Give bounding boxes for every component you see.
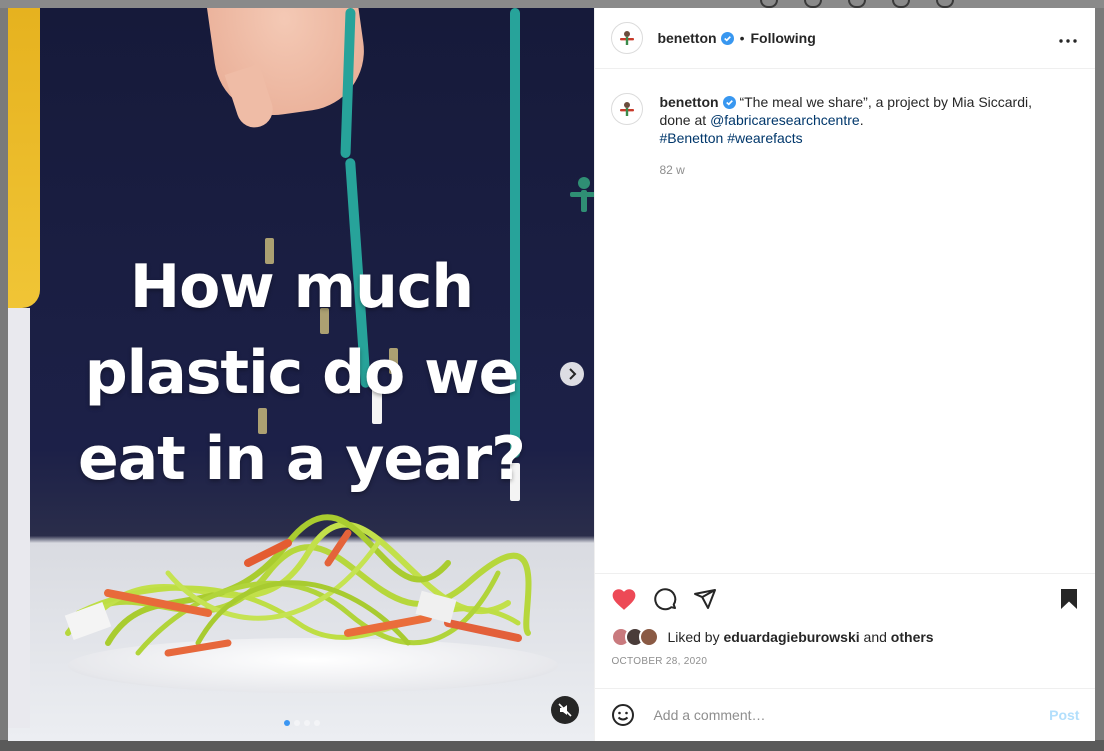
post-actions: Liked by eduardagieburowski and others O… [595,573,1096,667]
others-link[interactable]: others [891,629,934,645]
likes-summary: Liked by eduardagieburowski and others [595,624,1095,650]
benetton-avatar[interactable] [611,22,644,54]
more-horizontal-icon [1059,39,1077,43]
slide-dot [284,720,290,726]
headline-line: eat in a year? [78,424,526,494]
hashtag-link[interactable]: #Benetton [659,130,723,146]
like-button[interactable] [611,587,637,611]
slide-dot [314,720,320,726]
emoji-button[interactable] [611,703,635,727]
benetton-logo-icon [620,31,635,45]
benetton-logo-icon [620,102,635,116]
post-caption: benetton “The meal we share”, a project … [595,69,1095,179]
smiley-icon [612,704,635,726]
heart-filled-icon [613,589,636,610]
action-icons-row [595,574,1095,624]
background-page-bottom [0,740,1104,751]
caption-age: 82 w [659,163,685,177]
next-slide-button[interactable] [560,362,584,386]
and-label: and [863,629,887,645]
hashtag-link[interactable]: #wearefacts [727,130,802,146]
mute-toggle-button[interactable] [551,696,579,724]
paper-plane-icon [694,589,717,609]
caption-username[interactable]: benetton [659,94,718,110]
header-separator: • [739,30,745,46]
post-author-username[interactable]: benetton [657,30,716,46]
mention-link[interactable]: @fabricaresearchcentre [710,112,860,128]
apron-logo [564,168,595,218]
post-modal: How much plastic do we eat in a year? be… [8,8,1096,741]
post-media[interactable]: How much plastic do we eat in a year? [8,8,595,741]
more-options-button[interactable] [1059,30,1077,48]
slide-dot [294,720,300,726]
verified-badge-icon [720,31,734,45]
following-button[interactable]: Following [750,30,815,46]
post-comment-button[interactable]: Post [1049,707,1079,723]
comment-bar: Post [595,688,1096,741]
headline-line: plastic do we [84,338,520,408]
comment-button[interactable] [653,587,677,611]
slide-indicator [284,720,320,726]
bookmark-filled-icon [1061,589,1078,609]
speaker-muted-icon [558,703,572,717]
headline-line: How much [129,252,474,322]
comment-bubble-icon [654,588,677,611]
liker-avatars[interactable] [611,627,660,647]
media-headline: How much plastic do we eat in a year? [8,244,594,502]
share-button[interactable] [693,587,717,611]
liked-by-user[interactable]: eduardagieburowski [724,629,860,645]
comment-input[interactable] [651,706,1016,724]
post-date: OCTOBER 28, 2020 [611,656,708,667]
caption-suffix: . [859,112,864,128]
background-nav-icons [760,0,954,8]
caption-avatar[interactable] [611,93,644,125]
post-side-panel: benetton • Following benetton “The meal … [594,8,1096,741]
save-button[interactable] [1059,588,1079,615]
chevron-right-icon [569,368,577,380]
slide-dot [304,720,310,726]
liked-by-label: Liked by [667,629,720,645]
liker-avatar [639,627,660,647]
caption-text: benetton “The meal we share”, a project … [659,93,1059,179]
post-header: benetton • Following [595,8,1095,69]
verified-badge-icon [722,96,736,109]
